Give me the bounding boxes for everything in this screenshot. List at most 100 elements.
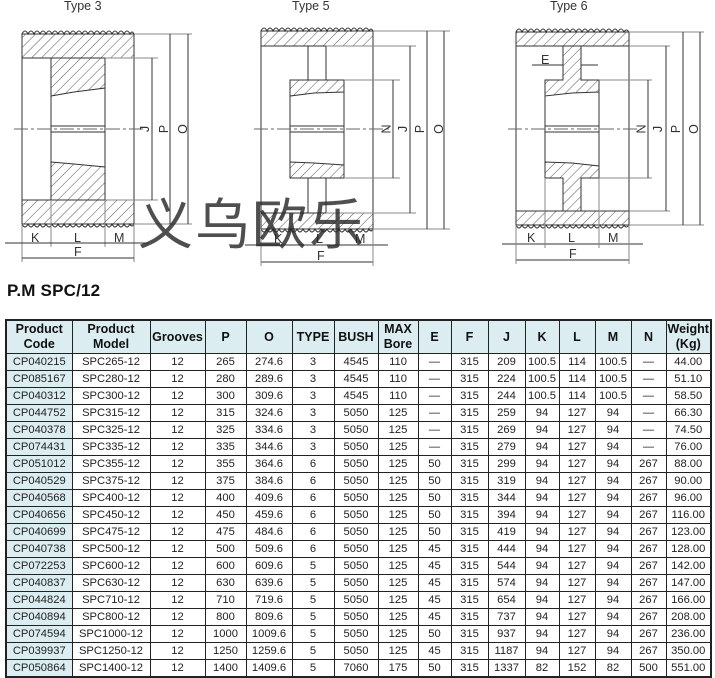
cell-weight: 350.00 xyxy=(665,642,712,660)
cell-bush: 5050 xyxy=(333,404,379,422)
cell-l: 127 xyxy=(558,489,596,507)
cell-l: 127 xyxy=(558,506,596,524)
cell-e: — xyxy=(417,387,452,405)
cell-k: 94 xyxy=(524,608,560,626)
cell-grooves: 12 xyxy=(149,574,206,592)
cell-max-bore: 125 xyxy=(377,608,419,626)
table-row: CP051012 SPC355-12 12 355 364.6 6 5050 125 50 315… xyxy=(5,455,712,473)
cell-m: 82 xyxy=(594,659,632,678)
cell-p: 630 xyxy=(204,574,247,592)
cell-weight: 74.50 xyxy=(665,421,712,439)
cell-product-model: SPC500-12 xyxy=(71,540,151,558)
cell-n: — xyxy=(630,370,667,388)
cell-p: 280 xyxy=(204,370,247,388)
cell-n: 267 xyxy=(630,591,667,609)
cell-f: 315 xyxy=(450,625,489,643)
cell-p: 600 xyxy=(204,557,247,575)
column-header-text: MAX xyxy=(384,322,412,336)
cell-max-bore: 125 xyxy=(377,642,419,660)
table-row: CP074594 SPC1000-12 12 1000 1009.6 5 5050 125 50… xyxy=(5,625,712,643)
cell-m: 94 xyxy=(594,625,632,643)
cell-n: 500 xyxy=(630,659,667,678)
cell-m: 94 xyxy=(594,489,632,507)
cell-p: 375 xyxy=(204,472,247,490)
column-header-text: Grooves xyxy=(152,329,203,344)
cell-e: 45 xyxy=(417,608,452,626)
cell-e: — xyxy=(417,370,452,388)
cell-l: 127 xyxy=(558,404,596,422)
dim-label-o: O xyxy=(175,124,190,134)
cell-max-bore: 110 xyxy=(377,353,419,371)
cell-n: 267 xyxy=(630,608,667,626)
diagram-type-5: Type 5 N J P O K L M F xyxy=(240,0,480,270)
cell-j: 444 xyxy=(487,540,526,558)
cell-p: 710 xyxy=(204,591,247,609)
table-row: CP044824 SPC710-12 12 710 719.6 5 5050 125 45 315… xyxy=(5,591,712,609)
cell-type: 3 xyxy=(291,438,335,456)
cell-weight: 58.50 xyxy=(665,387,712,405)
cell-m: 94 xyxy=(594,642,632,660)
cell-weight: 128.00 xyxy=(665,540,712,558)
cell-weight: 116.00 xyxy=(665,506,712,524)
cell-product-code: CP040699 xyxy=(5,523,73,541)
cell-p: 335 xyxy=(204,438,247,456)
column-header-n: N xyxy=(630,319,667,354)
cell-grooves: 12 xyxy=(149,455,206,473)
cell-grooves: 12 xyxy=(149,540,206,558)
cell-grooves: 12 xyxy=(149,642,206,660)
cell-max-bore: 125 xyxy=(377,557,419,575)
cell-o: 344.6 xyxy=(245,438,293,456)
cell-bush: 5050 xyxy=(333,591,379,609)
cell-grooves: 12 xyxy=(149,472,206,490)
cell-n: 267 xyxy=(630,506,667,524)
table-row: CP040699 SPC475-12 12 475 484.6 6 5050 125 50 315… xyxy=(5,523,712,541)
table-row: CP040568 SPC400-12 12 400 409.6 6 5050 125 50 315… xyxy=(5,489,712,507)
cell-type: 3 xyxy=(291,404,335,422)
cell-max-bore: 125 xyxy=(377,625,419,643)
cell-product-code: CP085167 xyxy=(5,370,73,388)
cell-m: 100.5 xyxy=(594,370,632,388)
cell-type: 3 xyxy=(291,353,335,371)
cell-n: 267 xyxy=(630,642,667,660)
column-header-p: P xyxy=(204,319,247,354)
cell-k: 94 xyxy=(524,574,560,592)
cell-f: 315 xyxy=(450,557,489,575)
cell-weight: 66.30 xyxy=(665,404,712,422)
cell-f: 315 xyxy=(450,591,489,609)
column-header-text: P xyxy=(221,329,230,344)
cell-f: 315 xyxy=(450,523,489,541)
cell-product-code: CP040894 xyxy=(5,608,73,626)
cell-o: 459.6 xyxy=(245,506,293,524)
cell-l: 114 xyxy=(558,370,596,388)
column-header-text: J xyxy=(503,329,510,344)
cell-k: 94 xyxy=(524,421,560,439)
cell-f: 315 xyxy=(450,387,489,405)
cell-type: 6 xyxy=(291,489,335,507)
cell-product-code: CP074594 xyxy=(5,625,73,643)
cell-product-model: SPC280-12 xyxy=(71,370,151,388)
cell-n: — xyxy=(630,387,667,405)
table-row: CP040738 SPC500-12 12 500 509.6 6 5050 125 45 315… xyxy=(5,540,712,558)
cell-o: 1409.6 xyxy=(245,659,293,678)
cell-o: 384.6 xyxy=(245,472,293,490)
cell-bush: 5050 xyxy=(333,472,379,490)
cell-n: 267 xyxy=(630,489,667,507)
cell-m: 94 xyxy=(594,455,632,473)
cell-product-code: CP044752 xyxy=(5,404,73,422)
cell-e: — xyxy=(417,438,452,456)
cell-f: 315 xyxy=(450,608,489,626)
cell-product-code: CP040656 xyxy=(5,506,73,524)
cell-j: 574 xyxy=(487,574,526,592)
cell-max-bore: 175 xyxy=(377,659,419,678)
cell-weight: 88.00 xyxy=(665,455,712,473)
cell-o: 639.6 xyxy=(245,574,293,592)
cell-product-model: SPC300-12 xyxy=(71,387,151,405)
cell-k: 94 xyxy=(524,591,560,609)
cell-p: 265 xyxy=(204,353,247,371)
cell-type: 5 xyxy=(291,574,335,592)
table-row: CP044752 SPC315-12 12 315 324.6 3 5050 125—315 2… xyxy=(5,404,712,422)
cell-e: 45 xyxy=(417,574,452,592)
cell-grooves: 12 xyxy=(149,421,206,439)
cell-max-bore: 125 xyxy=(377,438,419,456)
cell-f: 315 xyxy=(450,540,489,558)
